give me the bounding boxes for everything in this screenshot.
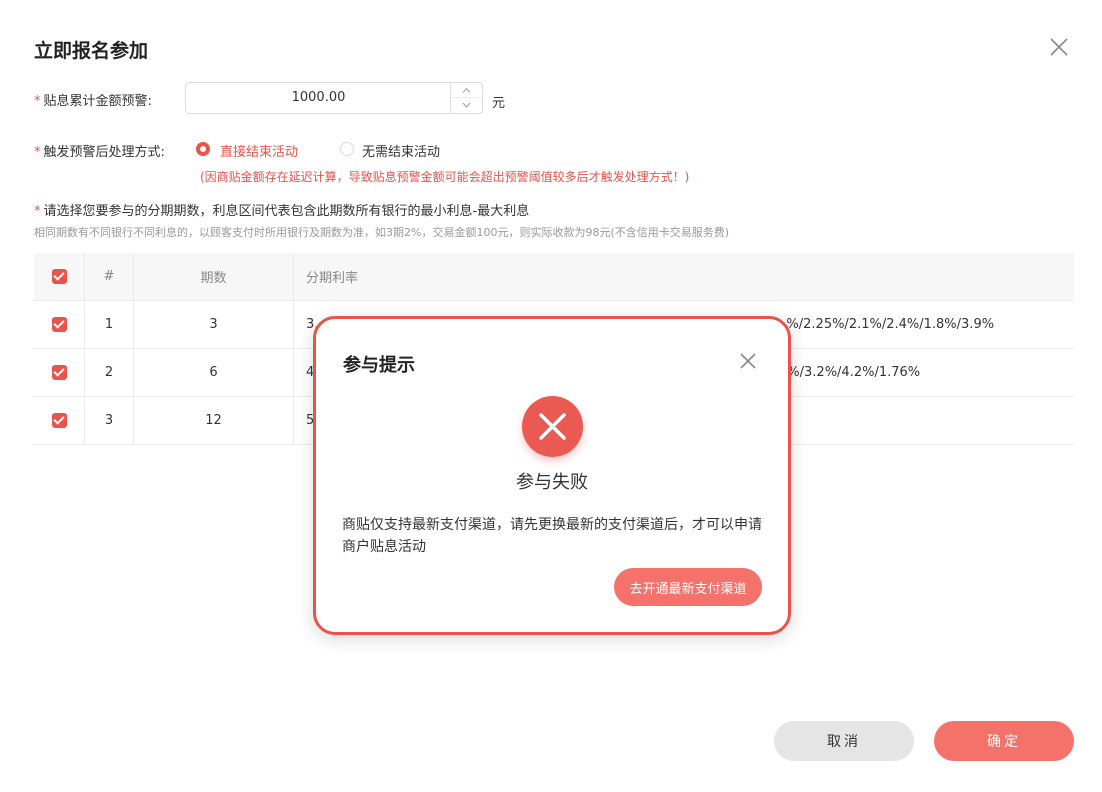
table-header: # 期数 分期利率 (34, 253, 1074, 301)
modal-title: 参与提示 (343, 355, 415, 376)
section-subtitle: 相同期数有不同银行不同利息的，以顾客支付时所用银行及期数为准，如3期2%，交易金… (34, 226, 730, 239)
row-index: 2 (85, 349, 134, 396)
row-rate-end: %/2.25%/2.1%/2.4%/1.8%/3.9% (786, 317, 995, 332)
row-checkbox[interactable] (51, 365, 67, 380)
section-heading: * 请选择您要参与的分期期数，利息区间代表包含此期数所有银行的最小利息-最大利息 (34, 200, 529, 219)
row-checkbox[interactable] (51, 317, 67, 332)
action-label-text: 触发预警后处理方式: (43, 145, 165, 160)
row-term: 12 (134, 397, 294, 444)
header-rate: 分期利率 (306, 271, 359, 286)
action-label: * 触发预警后处理方式: (34, 141, 165, 160)
header-check-cell (34, 253, 85, 300)
required-mark: * (34, 145, 41, 160)
header-index: # (85, 253, 134, 300)
modal-close-icon[interactable] (737, 350, 759, 372)
close-icon[interactable] (1046, 34, 1072, 60)
fail-message: 商贴仅支持最新支付渠道，请先更换最新的支付渠道后，才可以申请商户贴息活动 (342, 517, 762, 555)
amount-label-text: 贴息累计金额预警: (43, 94, 152, 109)
chevron-down-icon[interactable] (451, 98, 482, 113)
chevron-up-icon[interactable] (451, 83, 482, 98)
amount-value[interactable]: 1000.00 (186, 83, 451, 113)
row-index: 3 (85, 397, 134, 444)
radio-no-end-label[interactable]: 无需结束活动 (362, 141, 440, 160)
amount-label: * 贴息累计金额预警: (34, 90, 152, 109)
open-channel-button[interactable]: 去开通最新支付渠道 (614, 568, 762, 606)
radio-no-end[interactable] (340, 142, 354, 156)
radio-direct-end[interactable] (196, 142, 210, 156)
quantity-stepper[interactable] (450, 83, 482, 113)
cancel-button[interactable]: 取消 (774, 721, 914, 761)
row-index: 1 (85, 301, 134, 348)
action-hint: (因商贴金额存在延迟计算，导致贴息预警金额可能会超出预警阈值较多后才触发处理方式… (200, 170, 690, 184)
row-check-cell (34, 349, 85, 396)
confirm-button[interactable]: 确定 (934, 721, 1074, 761)
row-rate-end: %/3.2%/4.2%/1.76% (787, 365, 921, 380)
select-all-checkbox[interactable] (51, 269, 67, 284)
row-check-cell (34, 301, 85, 348)
row-term: 3 (134, 301, 294, 348)
row-term: 6 (134, 349, 294, 396)
row-checkbox[interactable] (51, 413, 67, 428)
fail-status: 参与失败 (516, 472, 588, 493)
amount-unit: 元 (492, 96, 506, 111)
error-modal: 参与提示 参与失败 商贴仅支持最新支付渠道，请先更换最新的支付渠道后，才可以申请… (313, 316, 791, 635)
header-term: 期数 (134, 253, 294, 300)
required-mark: * (34, 204, 41, 219)
error-icon (522, 396, 583, 457)
amount-input[interactable]: 1000.00 (185, 82, 483, 114)
row-check-cell (34, 397, 85, 444)
page-title: 立即报名参加 (34, 40, 149, 62)
section-heading-text: 请选择您要参与的分期期数，利息区间代表包含此期数所有银行的最小利息-最大利息 (43, 204, 530, 219)
required-mark: * (34, 94, 41, 109)
radio-direct-end-label[interactable]: 直接结束活动 (220, 141, 298, 160)
